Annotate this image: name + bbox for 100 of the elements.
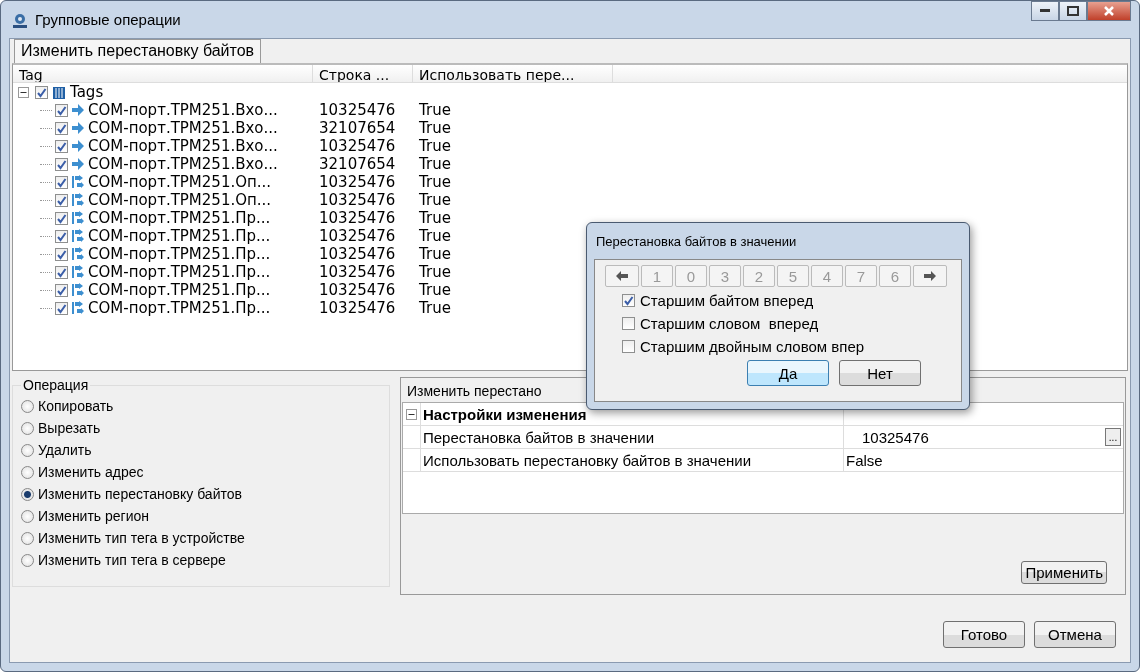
checkbox[interactable] <box>55 103 68 117</box>
table-cell-text: 10325476 <box>318 209 397 227</box>
radio-option[interactable]: Изменить перестановку байтов <box>21 483 381 505</box>
radio-button[interactable] <box>21 465 34 479</box>
checkbox[interactable] <box>55 301 68 315</box>
option-label: Удалить <box>38 442 92 458</box>
yes-button[interactable]: Да <box>747 360 829 386</box>
checkbox[interactable] <box>55 121 68 135</box>
tag-name[interactable]: COM-порт.ТРМ251.Пр... <box>88 299 271 317</box>
done-button[interactable]: Готово <box>943 621 1025 648</box>
tag-name[interactable]: COM-порт.ТРМ251.Оп... <box>88 191 272 209</box>
radio-button[interactable] <box>21 553 34 567</box>
window-title: Групповые операции <box>35 11 181 28</box>
double-arrow-icon <box>71 193 85 207</box>
radio-button[interactable] <box>21 509 34 523</box>
checkbox-label: Старшим словом вперед <box>640 315 819 332</box>
option-label: Изменить тип тега в устройстве <box>38 530 245 546</box>
checkbox[interactable] <box>622 317 635 330</box>
table-cell-text: True <box>418 137 452 155</box>
tag-name[interactable]: COM-порт.ТРМ251.Пр... <box>88 245 271 263</box>
maximize-button[interactable] <box>1059 1 1087 21</box>
right-arrow-button[interactable] <box>913 265 947 287</box>
checkbox[interactable] <box>35 85 48 99</box>
browse-button[interactable]: ... <box>1105 428 1121 446</box>
tag-name[interactable]: COM-порт.ТРМ251.Вхо... <box>88 119 278 137</box>
left-arrow-button[interactable] <box>605 265 639 287</box>
column-header[interactable]: Tag <box>13 65 313 82</box>
property-value[interactable]: 10325476 <box>844 428 929 446</box>
no-button[interactable]: Нет <box>839 360 921 386</box>
property-value[interactable]: False <box>844 451 883 469</box>
minimize-icon <box>1040 9 1050 13</box>
tag-name[interactable]: COM-порт.ТРМ251.Пр... <box>88 227 271 245</box>
radio-option[interactable]: Изменить тип тега в сервере <box>21 549 381 571</box>
table-cell-text: True <box>418 245 452 263</box>
checkbox[interactable] <box>55 211 68 225</box>
option-label: Изменить адрес <box>38 464 144 480</box>
arrow-right-icon <box>924 271 936 281</box>
double-arrow-icon <box>71 265 85 279</box>
table-cell-text: 10325476 <box>318 191 397 209</box>
radio-option[interactable]: Копировать <box>21 395 381 417</box>
radio-option[interactable]: Вырезать <box>21 417 381 439</box>
radio-option[interactable]: Изменить адрес <box>21 461 381 483</box>
table-cell-text: True <box>418 299 452 317</box>
table-cell-text: 10325476 <box>318 137 397 155</box>
table-cell-text: True <box>418 281 452 299</box>
tag-name[interactable]: COM-порт.ТРМ251.Пр... <box>88 209 271 227</box>
tag-name[interactable]: COM-порт.ТРМ251.Оп... <box>88 173 272 191</box>
checkbox[interactable] <box>55 265 68 279</box>
arrow-right-icon <box>71 103 85 117</box>
radio-option[interactable]: Удалить <box>21 439 381 461</box>
checkbox[interactable] <box>55 229 68 243</box>
radio-option[interactable]: Изменить регион <box>21 505 381 527</box>
collapse-icon[interactable] <box>406 408 417 420</box>
minimize-button[interactable] <box>1031 1 1059 21</box>
table-cell-text: 10325476 <box>318 263 397 281</box>
table-cell-text: 10325476 <box>318 101 397 119</box>
column-header[interactable]: Использовать пере... <box>413 65 613 82</box>
radio-button[interactable] <box>21 399 34 413</box>
checkbox[interactable] <box>55 193 68 207</box>
checkbox[interactable] <box>55 139 68 153</box>
checkbox[interactable] <box>55 157 68 171</box>
dialog-title: Перестановка байтов в значении <box>595 233 798 251</box>
tag-name[interactable]: COM-порт.ТРМ251.Вхо... <box>88 137 278 155</box>
double-arrow-icon <box>71 229 85 243</box>
radio-option[interactable]: Изменить тип тега в устройстве <box>21 527 381 549</box>
table-cell-text: True <box>418 101 452 119</box>
arrow-right-icon <box>71 139 85 153</box>
close-button[interactable] <box>1087 1 1131 21</box>
radio-button[interactable] <box>21 421 34 435</box>
apply-button[interactable]: Применить <box>1021 561 1107 584</box>
double-arrow-icon <box>71 175 85 189</box>
tab[interactable]: Изменить перестановку байтов <box>14 39 262 63</box>
option-label: Изменить тип тега в сервере <box>38 552 226 568</box>
checkbox[interactable] <box>55 283 68 297</box>
tree-item-label[interactable]: Tags <box>70 83 104 101</box>
checkbox[interactable] <box>55 175 68 189</box>
option-label: Копировать <box>38 398 114 414</box>
tag-name[interactable]: COM-порт.ТРМ251.Вхо... <box>88 155 278 173</box>
tag-name[interactable]: COM-порт.ТРМ251.Пр... <box>88 281 271 299</box>
checkbox[interactable] <box>622 294 635 307</box>
double-arrow-icon <box>71 283 85 297</box>
maximize-icon <box>1067 6 1079 16</box>
double-arrow-icon <box>71 247 85 261</box>
arrow-right-icon <box>71 157 85 171</box>
table-cell-text: True <box>418 209 452 227</box>
table-cell-text: 10325476 <box>318 281 397 299</box>
radio-button[interactable] <box>21 487 34 501</box>
tag-name[interactable]: COM-порт.ТРМ251.Пр... <box>88 263 271 281</box>
cancel-button[interactable]: Отмена <box>1034 621 1116 648</box>
checkbox[interactable] <box>55 247 68 261</box>
column-header[interactable]: Строка ... <box>313 65 413 82</box>
table-cell-text: True <box>418 119 452 137</box>
tag-name[interactable]: COM-порт.ТРМ251.Вхо... <box>88 101 278 119</box>
radio-button[interactable] <box>21 531 34 545</box>
table-cell-text: True <box>418 191 452 209</box>
property-name: Использовать перестановку байтов в значении <box>421 449 844 471</box>
radio-button[interactable] <box>21 443 34 457</box>
table-cell-text: True <box>418 263 452 281</box>
checkbox[interactable] <box>622 340 635 353</box>
collapse-icon[interactable] <box>18 86 29 98</box>
